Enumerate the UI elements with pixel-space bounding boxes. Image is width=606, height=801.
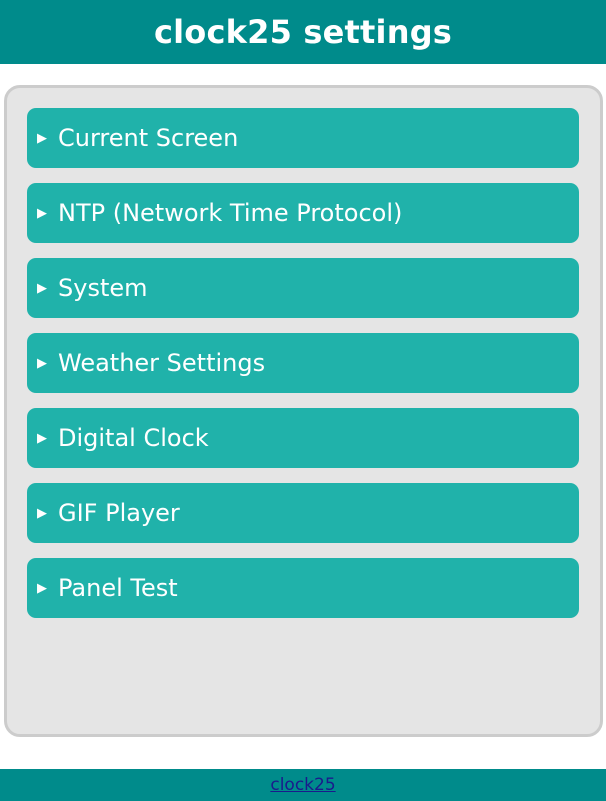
triangle-right-icon: ▶ [37, 130, 47, 146]
section-digital-clock[interactable]: ▶ Digital Clock [27, 408, 579, 468]
section-panel-test[interactable]: ▶ Panel Test [27, 558, 579, 618]
section-label: Panel Test [58, 574, 178, 602]
page-title: clock25 settings [153, 13, 453, 51]
footer-link[interactable]: clock25 [270, 775, 335, 795]
triangle-right-icon: ▶ [37, 280, 47, 296]
section-label: System [58, 274, 148, 302]
triangle-right-icon: ▶ [37, 355, 47, 371]
section-label: NTP (Network Time Protocol) [58, 199, 403, 227]
triangle-right-icon: ▶ [37, 430, 47, 446]
triangle-right-icon: ▶ [37, 505, 47, 521]
section-label: Weather Settings [58, 349, 266, 377]
settings-panel: ▶ Current Screen ▶ NTP (Network Time Pro… [4, 85, 603, 737]
section-weather-settings[interactable]: ▶ Weather Settings [27, 333, 579, 393]
section-gif-player[interactable]: ▶ GIF Player [27, 483, 579, 543]
section-current-screen[interactable]: ▶ Current Screen [27, 108, 579, 168]
section-label: Digital Clock [58, 424, 209, 452]
triangle-right-icon: ▶ [37, 205, 47, 221]
page-header: clock25 settings [0, 0, 606, 64]
section-label: GIF Player [58, 499, 180, 527]
section-system[interactable]: ▶ System [27, 258, 579, 318]
section-label: Current Screen [58, 124, 239, 152]
page-footer: clock25 [0, 769, 606, 801]
triangle-right-icon: ▶ [37, 580, 47, 596]
section-ntp[interactable]: ▶ NTP (Network Time Protocol) [27, 183, 579, 243]
